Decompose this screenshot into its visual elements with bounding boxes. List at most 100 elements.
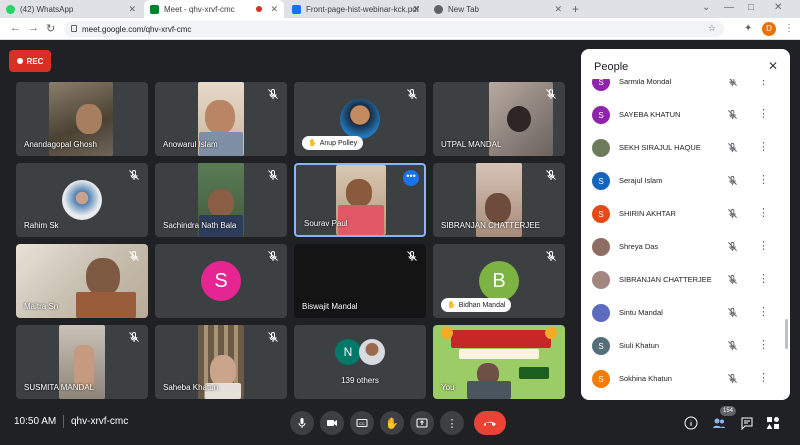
mic-off-icon [129,250,139,261]
close-tab-icon[interactable]: ✕ [554,4,562,15]
participant-tile[interactable]: Maitra Sn [16,244,148,318]
mic-off-icon [268,331,278,342]
participant-tile[interactable]: Rahim Sk [16,163,148,237]
more-vert-icon[interactable]: ⋮ [758,239,769,252]
tab-whatsapp[interactable]: (42) WhatsApp ✕ [0,0,142,18]
people-icon[interactable] [712,416,726,430]
new-tab-button[interactable]: + [572,2,579,16]
participant-name: Anowarul Islam [163,140,218,149]
participant-tile[interactable]: SUSMITA MANDAL [16,325,148,399]
more-options-button[interactable]: ⋮ [440,411,464,435]
participant-tile[interactable]: ✋ Anup Polley [294,82,426,156]
chat-icon[interactable] [740,416,754,430]
tab-pdf[interactable]: Front-page-hist-webinar-kck.pdf ✕ [286,0,426,18]
more-vert-icon: ⋮ [446,417,458,430]
participant-tile[interactable]: Saheba Khatun [155,325,287,399]
rec-label: REC [26,56,44,66]
mic-off-icon [268,169,278,180]
maximize-button[interactable]: □ [748,2,754,13]
more-vert-icon[interactable]: ⋮ [758,206,769,219]
more-options-button[interactable]: ••• [403,170,419,186]
close-tab-icon[interactable]: ✕ [412,4,420,15]
participant-tile[interactable]: Sachindra Nath Bala [155,163,287,237]
avatar [592,304,610,322]
mic-off-icon [546,250,556,261]
self-tile[interactable]: You [433,325,565,399]
more-vert-icon[interactable]: ⋮ [758,140,769,153]
participant-name: Sachindra Nath Bala [163,221,237,230]
participant-tile[interactable]: SIBRANJAN CHATTERJEE [433,163,565,237]
extensions-icon[interactable]: ✦ [744,23,752,34]
participant-tile[interactable]: B ✋ Bidhan Mandal [433,244,565,318]
info-icon[interactable] [684,416,698,430]
recording-dot-icon [256,6,262,12]
participant-tile-pinned[interactable]: ••• Sourav Paul [294,163,426,237]
captions-icon: CC [356,419,368,427]
participant-list-item[interactable]: Shreya Das ⋮ [581,230,790,262]
present-screen-button[interactable] [410,411,434,435]
activities-icon[interactable] [766,416,780,430]
bookmark-star-icon[interactable]: ☆ [708,23,716,34]
more-vert-icon[interactable]: ⋮ [758,338,769,351]
mic-off-icon [728,175,737,186]
tab-meet[interactable]: Meet - qhv-xrvf-cmc ✕ [144,0,284,18]
participant-tile[interactable]: S [155,244,287,318]
camera-toggle-button[interactable] [320,411,344,435]
camera-icon [327,420,337,426]
participant-tile[interactable]: Anowarul Islam [155,82,287,156]
tab-new[interactable]: New Tab ✕ [428,0,568,18]
mic-off-icon [728,307,737,318]
record-icon [16,58,23,64]
minimize-button[interactable]: — [724,2,734,13]
close-tab-icon[interactable]: ✕ [270,4,278,15]
more-vert-icon[interactable]: ⋮ [758,107,769,120]
participant-tile[interactable]: UTPAL MANDAL [433,82,565,156]
participant-avatar: S [201,261,241,301]
more-vert-icon[interactable]: ⋮ [758,173,769,186]
participant-name: Sourav Paul [304,219,348,228]
mic-off-icon [728,373,737,384]
close-icon[interactable]: ✕ [768,59,778,73]
more-vert-icon[interactable]: ⋮ [758,79,769,87]
participant-list-item[interactable]: S Serajul Islam ⋮ [581,164,790,196]
participant-tile[interactable]: Biswajit Mandal [294,244,426,318]
participant-name: Anandagopal Ghosh [24,140,97,149]
mic-toggle-button[interactable] [290,411,314,435]
forward-icon[interactable]: → [28,22,39,34]
captions-button[interactable]: CC [350,411,374,435]
participant-list-item[interactable]: S SAYEBA KHATUN ⋮ [581,98,790,130]
mic-off-icon [407,250,417,261]
more-vert-icon[interactable]: ⋮ [758,272,769,285]
more-vert-icon[interactable]: ⋮ [758,371,769,384]
participant-list-item[interactable]: S SHIRIN AKHTAR ⋮ [581,197,790,229]
participant-list-item[interactable]: S Sarmila Mondal ⋮ [581,79,790,97]
participant-name: SIBRANJAN CHATTERJEE [441,221,540,230]
url-field[interactable]: meet.google.com/qhv-xrvf-cmc ☆ [64,21,724,37]
reload-icon[interactable]: ↻ [46,22,55,35]
leave-call-button[interactable] [474,411,506,435]
scrollbar[interactable] [785,319,788,349]
mic-off-icon [728,274,737,285]
more-vert-icon[interactable]: ⋮ [758,305,769,318]
close-tab-icon[interactable]: ✕ [128,4,136,15]
participant-name: Siuli Khatun [619,341,660,350]
tab-search-icon[interactable]: ⌄ [702,2,710,13]
participant-list-item[interactable]: Sintu Mandal ⋮ [581,296,790,328]
raise-hand-button[interactable]: ✋ [380,411,404,435]
mic-off-icon [268,88,278,99]
avatar[interactable]: D [762,22,776,36]
participant-list-item[interactable]: SEKH SIRAJUL HAQUE ⋮ [581,131,790,163]
participant-list-item[interactable]: SIBRANJAN CHATTERJEE ⋮ [581,263,790,295]
people-list[interactable]: S Sarmila Mondal ⋮ S SAYEBA KHATUN ⋮ SEKH SIRA… [581,79,790,400]
participant-tile[interactable]: Anandagopal Ghosh [16,82,148,156]
participant-list-item[interactable]: S Sokhina Khatun ⋮ [581,362,790,394]
menu-icon[interactable]: ⋮ [784,23,794,34]
recording-indicator: REC [9,50,51,72]
close-window-button[interactable]: ✕ [774,2,782,13]
speaking-name-pill: ✋ Anup Polley [302,136,364,150]
mic-off-icon [728,241,737,252]
participant-list-item[interactable]: S Siuli Khatun ⋮ [581,329,790,361]
others-tile[interactable]: N 139 others [294,325,426,399]
back-icon[interactable]: ← [10,22,21,34]
participant-count-badge: 154 [720,406,737,416]
